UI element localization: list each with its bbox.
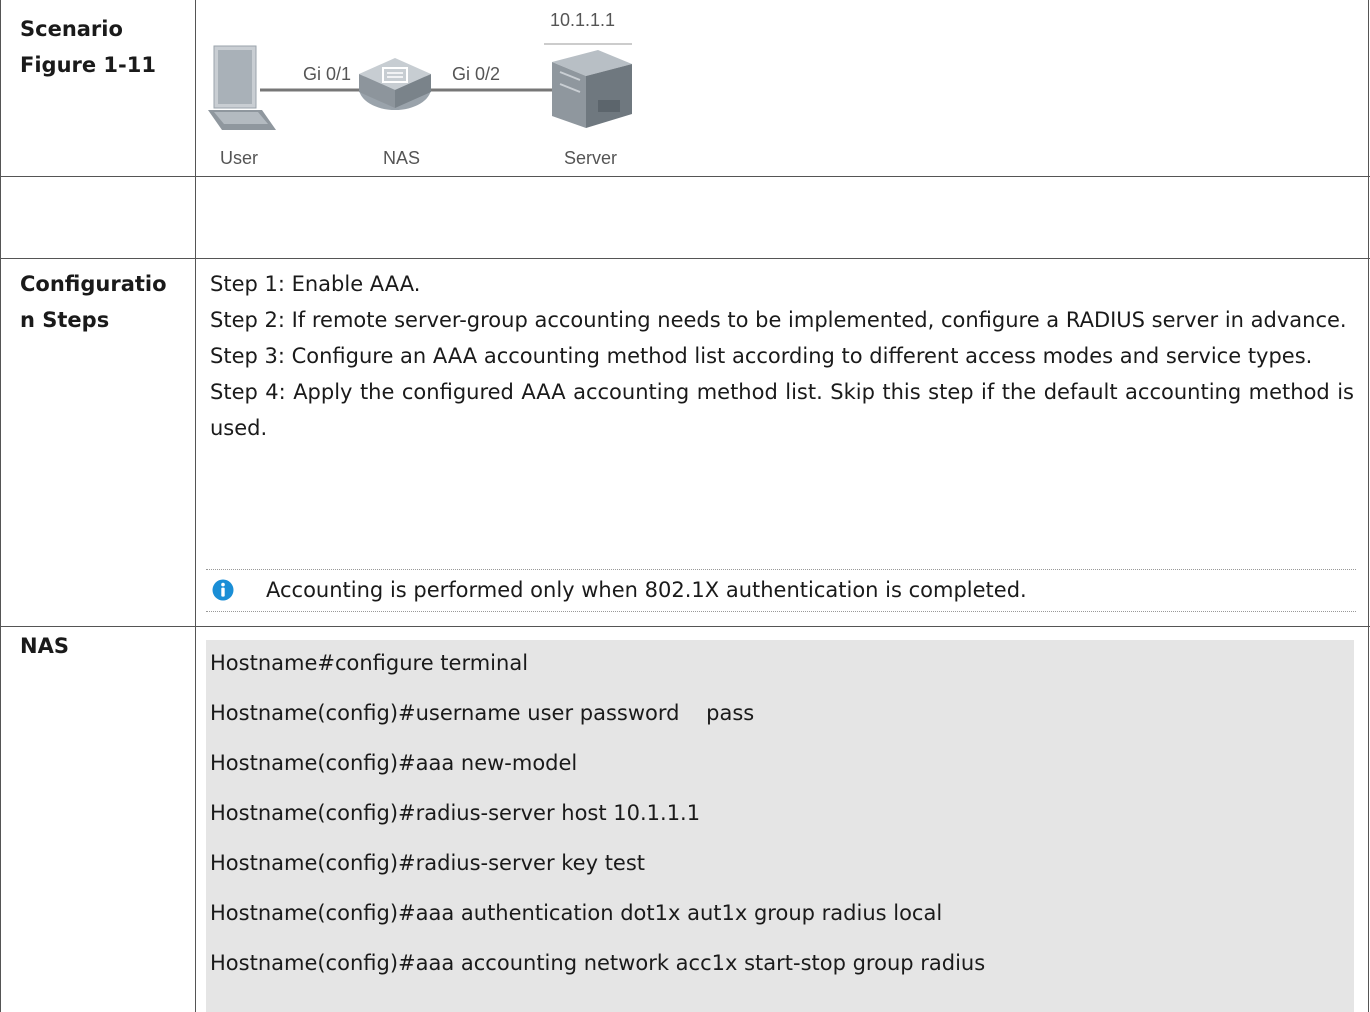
nas-config-code-block: Hostname#configure terminal Hostname(con…	[206, 640, 1354, 1012]
step-item: Step 2: If remote server-group accountin…	[210, 308, 1347, 332]
laptop-icon	[208, 45, 276, 130]
table-right-border	[1368, 0, 1369, 1012]
config-steps-label-line1: Configuratio	[20, 272, 167, 296]
server-ip-label: 10.1.1.1	[550, 10, 615, 30]
code-line: Hostname(config)#radius-server key test	[210, 851, 646, 875]
config-steps-label-line2: n Steps	[20, 308, 110, 332]
note-box: Accounting is performed only when 802.1X…	[206, 569, 1356, 612]
scenario-title: Scenario	[20, 17, 123, 41]
step-item: Step 3: Configure an AAA accounting meth…	[210, 344, 1313, 368]
table-column-divider	[195, 0, 196, 1012]
table-left-border	[0, 0, 1, 1012]
node-user-label: User	[220, 148, 258, 168]
row-divider	[0, 626, 1370, 627]
figure-number: Figure 1-11	[20, 53, 156, 77]
node-server-label: Server	[564, 148, 617, 168]
info-icon	[212, 579, 234, 601]
step-item: Step 4: Apply the configured AAA account…	[210, 380, 1354, 440]
nas-label: NAS	[20, 634, 69, 658]
code-line: Hostname(config)#aaa authentication dot1…	[210, 901, 943, 925]
note-text: Accounting is performed only when 802.1X…	[266, 578, 1027, 602]
node-nas-label: NAS	[383, 148, 420, 168]
code-line: Hostname(config)#aaa new-model	[210, 751, 578, 775]
port-gi02-label: Gi 0/2	[452, 64, 500, 84]
config-steps-label: Configuratio n Steps	[20, 266, 167, 338]
code-line: Hostname#configure terminal	[210, 651, 529, 675]
server-icon	[552, 50, 632, 128]
row-divider	[0, 258, 1370, 259]
code-line: Hostname(config)#radius-server host 10.1…	[210, 801, 701, 825]
config-steps-list: Step 1: Enable AAA. Step 2: If remote se…	[210, 266, 1354, 446]
row-divider	[0, 176, 1370, 177]
step-item: Step 1: Enable AAA.	[210, 272, 421, 296]
switch-icon	[359, 58, 431, 110]
code-line: Hostname(config)#username user password …	[210, 701, 755, 725]
port-gi01-label: Gi 0/1	[303, 64, 351, 84]
code-line: Hostname(config)#aaa accounting network …	[210, 951, 986, 975]
scenario-label: Scenario Figure 1-11	[20, 11, 156, 83]
network-topology-diagram: 10.1.1.1 Gi 0/1 Gi 0/2 User NAS Server	[208, 10, 632, 168]
